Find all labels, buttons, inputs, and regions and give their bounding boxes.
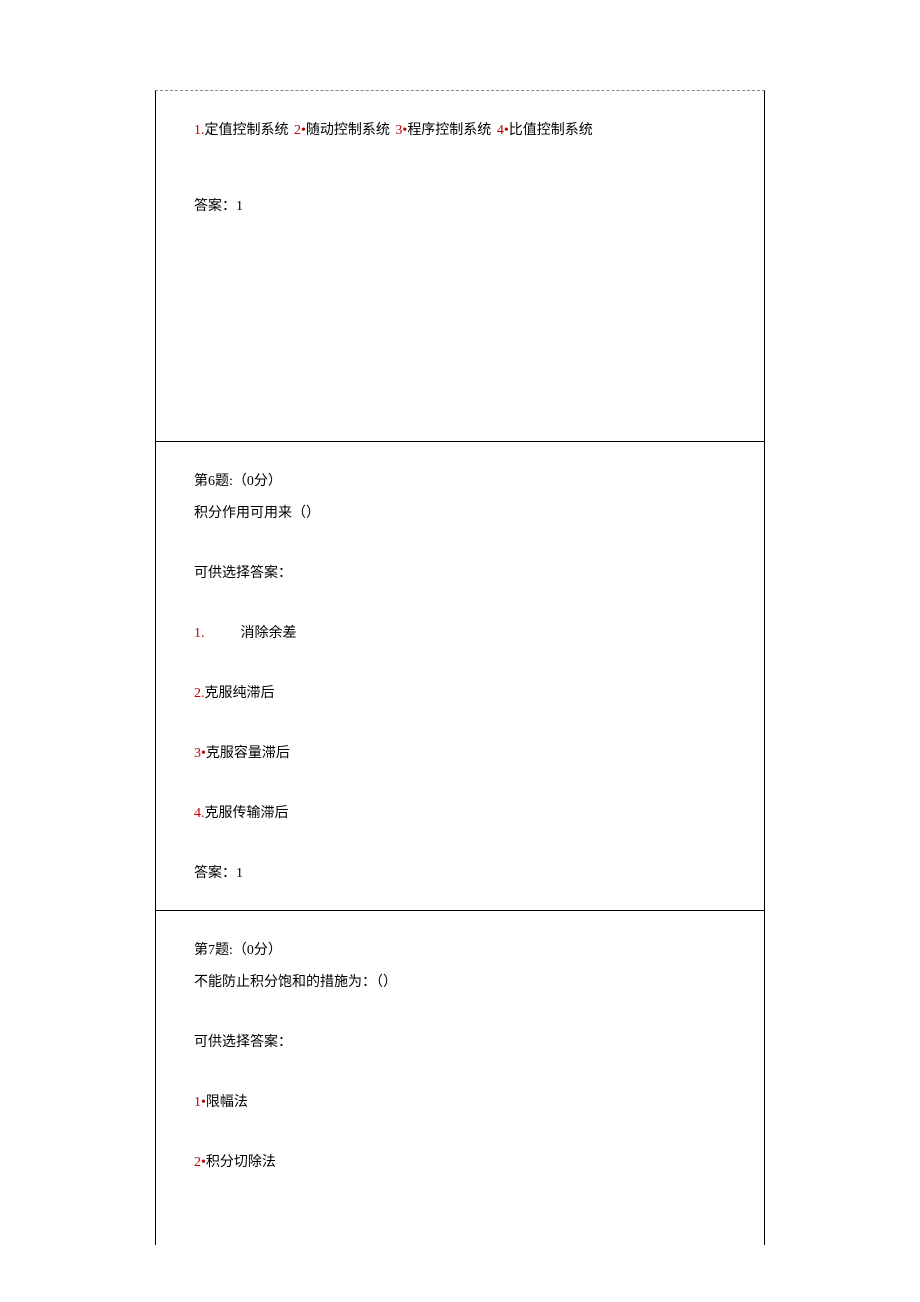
q6-stem: 积分作用可用来（） [194,502,726,522]
q7-stem: 不能防止积分饱和的措施为：（） [194,971,726,991]
q7-option-2: 2•积分切除法 [194,1151,726,1171]
q5-opt4-num: 4• [497,123,509,138]
q6-answer-value: 1 [236,866,243,881]
q7-option-1: 1•限幅法 [194,1091,726,1111]
q6-option-2: 2.克服纯滞后 [194,682,726,702]
q6-option-3: 3•克服容量滞后 [194,742,726,762]
q5-opt3-num: 3• [395,123,407,138]
q6-opt2-num: 2. [194,686,205,701]
q6-answer-label: 答案： [194,866,236,881]
q6-opt3-text: 克服容量滞后 [206,746,290,761]
q7-opt2-text: 积分切除法 [206,1155,276,1170]
q5-opt2-text: 随动控制系统 [306,123,390,138]
q7-choice-label: 可供选择答案： [194,1031,726,1051]
q6-opt4-text: 克服传输滞后 [205,806,289,821]
q6-opt1-num: 1. [194,626,205,641]
q6-option-1: 1. 消除余差 [194,622,726,642]
q5-answer-value: 1 [236,199,243,214]
q7-header: 第7题:（0分） [194,939,726,959]
q5-opt3-text: 程序控制系统 [407,123,491,138]
q5-opt1-num: 1. [194,123,205,138]
page-container: 1.定值控制系统 2•随动控制系统 3•程序控制系统 4•比值控制系统 答案：1… [155,90,765,1245]
question-6-cell: 第6题:（0分） 积分作用可用来（） 可供选择答案： 1. 消除余差 2.克服纯滞… [156,442,764,911]
q7-opt1-num: 1• [194,1095,206,1110]
q5-opt4-text: 比值控制系统 [509,123,593,138]
q5-opt1-text: 定值控制系统 [205,123,289,138]
q5-answer: 答案：1 [194,195,726,215]
q6-opt3-num: 3• [194,746,206,761]
q5-answer-label: 答案： [194,199,236,214]
question-7-cell: 第7题:（0分） 不能防止积分饱和的措施为：（） 可供选择答案： 1•限幅法 2… [156,911,764,1199]
q6-choice-label: 可供选择答案： [194,562,726,582]
q6-answer: 答案：1 [194,862,726,882]
q6-opt4-num: 4. [194,806,205,821]
q5-opt2-num: 2• [294,123,306,138]
question-5-cell: 1.定值控制系统 2•随动控制系统 3•程序控制系统 4•比值控制系统 答案：1 [156,91,764,442]
q6-opt1-text: 消除余差 [241,626,297,641]
q6-option-4: 4.克服传输滞后 [194,802,726,822]
q6-opt2-text: 克服纯滞后 [205,686,275,701]
q6-header: 第6题:（0分） [194,470,726,490]
q5-options-row: 1.定值控制系统 2•随动控制系统 3•程序控制系统 4•比值控制系统 [194,119,726,139]
q7-opt2-num: 2• [194,1155,206,1170]
q7-opt1-text: 限幅法 [206,1095,248,1110]
